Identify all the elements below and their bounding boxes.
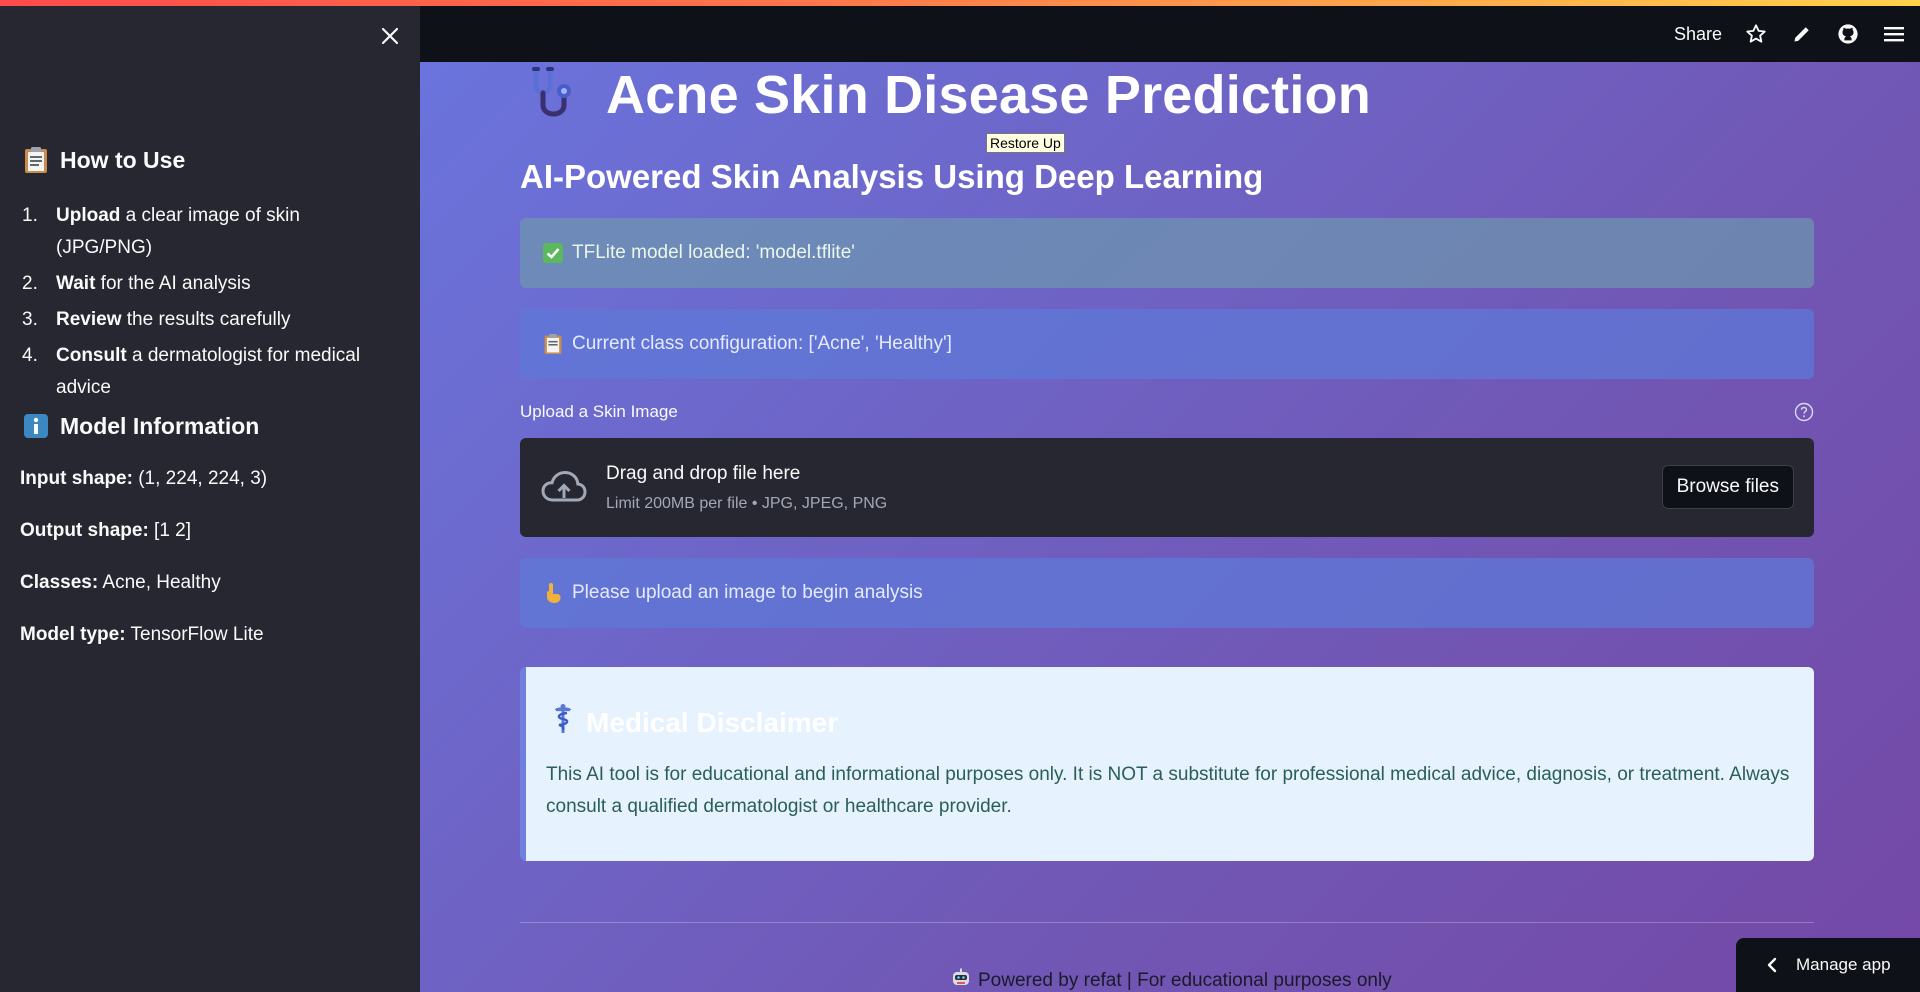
step-number: 1. xyxy=(22,205,38,226)
upload-prompt-alert: Please upload an image to begin analysis xyxy=(520,558,1814,628)
dropzone-title: Drag and drop file here xyxy=(606,463,801,484)
step-keyword: Wait xyxy=(56,273,96,294)
how-to-steps: 1. Upload a clear image of skin (JPG/PNG… xyxy=(22,200,392,408)
close-icon xyxy=(381,27,399,45)
row-label: Model type: xyxy=(20,624,126,645)
file-dropzone[interactable]: Drag and drop file here Limit 200MB per … xyxy=(520,438,1814,537)
how-to-title: How to Use xyxy=(60,146,186,173)
divider xyxy=(520,922,1814,923)
row-value: [1 2] xyxy=(148,520,192,541)
check-icon xyxy=(542,242,564,264)
sidebar: How to Use 1. Upload a clear image of sk… xyxy=(0,0,420,992)
step-keyword: Review xyxy=(56,309,122,330)
page-title-row: Acne Skin Disease Prediction xyxy=(528,64,1371,126)
step-keyword: Upload xyxy=(56,205,121,226)
page-subtitle: AI-Powered Skin Analysis Using Deep Lear… xyxy=(520,158,1264,195)
dropzone-subtitle: Limit 200MB per file • JPG, JPEG, PNG xyxy=(606,495,888,512)
disclaimer-heading: Medical Disclaimer xyxy=(552,703,838,742)
pointing-hand-icon xyxy=(542,582,564,604)
footer: Powered by refat | For educational purpo… xyxy=(950,968,1392,992)
browse-files-button[interactable]: Browse files xyxy=(1661,465,1794,509)
row-label: Output shape: xyxy=(20,520,149,541)
step-keyword: Consult xyxy=(56,345,127,366)
page-title: Acne Skin Disease Prediction xyxy=(606,65,1371,125)
step-text: the results carefully xyxy=(121,309,291,330)
step-text: for the AI analysis xyxy=(95,273,251,294)
manage-app-button[interactable]: Manage app xyxy=(1736,938,1920,992)
tooltip: Restore Up xyxy=(986,133,1065,153)
manage-app-label: Manage app xyxy=(1796,955,1891,974)
cloud-upload-icon xyxy=(540,468,588,508)
list-item: 1. Upload a clear image of skin (JPG/PNG… xyxy=(22,200,392,264)
list-item: 2. Wait for the AI analysis xyxy=(22,268,392,300)
footer-text: Powered by refat | For educational purpo… xyxy=(978,970,1392,991)
model-info-row: Classes: Acne, Healthy xyxy=(20,572,221,594)
main-content: Acne Skin Disease Prediction Restore Up … xyxy=(420,62,1920,992)
info-alert-text: Current class configuration: ['Acne', 'H… xyxy=(572,333,952,354)
clipboard-icon xyxy=(542,333,564,355)
list-item: 3. Review the results carefully xyxy=(22,304,392,336)
close-sidebar-button[interactable] xyxy=(376,22,404,50)
model-info-heading: Model Information xyxy=(22,412,259,440)
stethoscope-icon xyxy=(528,65,588,126)
row-value: Acne, Healthy xyxy=(98,572,221,593)
row-value: TensorFlow Lite xyxy=(125,624,264,645)
success-alert-text: TFLite model loaded: 'model.tflite' xyxy=(572,242,855,263)
app-header: Share xyxy=(420,6,1920,62)
github-icon[interactable] xyxy=(1836,22,1860,46)
row-value: (1, 224, 224, 3) xyxy=(132,468,268,489)
model-info-row: Output shape: [1 2] xyxy=(20,520,191,542)
medical-disclaimer: Medical Disclaimer This AI tool is for e… xyxy=(520,667,1814,861)
pencil-icon[interactable] xyxy=(1790,22,1814,46)
model-info-row: Input shape: (1, 224, 224, 3) xyxy=(20,468,267,490)
top-decoration-stripe xyxy=(0,0,1920,6)
star-icon[interactable] xyxy=(1744,22,1768,46)
chevron-left-icon xyxy=(1767,957,1777,973)
menu-icon[interactable] xyxy=(1882,22,1906,46)
upload-prompt-text: Please upload an image to begin analysis xyxy=(572,582,923,603)
success-alert: TFLite model loaded: 'model.tflite' xyxy=(520,218,1814,288)
disclaimer-title: Medical Disclaimer xyxy=(586,706,839,738)
model-info-row: Model type: TensorFlow Lite xyxy=(20,624,264,646)
share-button[interactable]: Share xyxy=(1674,24,1722,45)
upload-label: Upload a Skin Image xyxy=(520,402,678,421)
row-label: Classes: xyxy=(20,572,99,593)
info-alert: Current class configuration: ['Acne', 'H… xyxy=(520,309,1814,379)
clipboard-icon xyxy=(22,146,50,174)
robot-icon xyxy=(950,968,972,992)
how-to-heading: How to Use xyxy=(22,146,185,174)
step-number: 2. xyxy=(22,273,38,294)
help-icon[interactable] xyxy=(1794,402,1814,422)
header-actions: Share xyxy=(1674,6,1906,62)
medical-symbol-icon xyxy=(552,703,574,742)
disclaimer-text: This AI tool is for educational and info… xyxy=(546,764,1790,817)
model-info-title: Model Information xyxy=(60,412,260,439)
info-icon xyxy=(22,412,50,440)
list-item: 4. Consult a dermatologist for medical a… xyxy=(22,340,392,404)
step-number: 4. xyxy=(22,345,38,366)
row-label: Input shape: xyxy=(20,468,133,489)
step-number: 3. xyxy=(22,309,38,330)
